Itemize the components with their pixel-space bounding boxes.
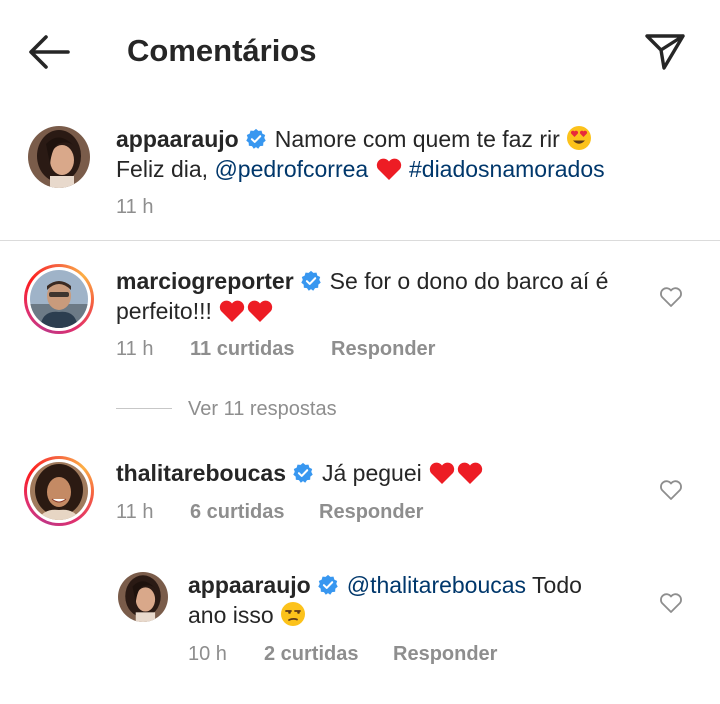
like-button[interactable]	[659, 479, 683, 501]
avatar	[30, 270, 88, 328]
caption-username[interactable]: appaaraujo	[116, 126, 239, 152]
reply-meta: 10 h 2 curtidas Responder	[188, 642, 588, 666]
verified-badge-icon	[318, 574, 338, 595]
page-title: Comentários	[127, 33, 317, 68]
reply-button[interactable]: Responder	[331, 337, 435, 361]
paper-plane-icon	[645, 34, 685, 70]
arrow-left-icon	[29, 35, 70, 69]
story-ring[interactable]	[24, 456, 94, 526]
caption-time: 11 h	[116, 196, 154, 218]
red-heart-emoji-icon	[376, 158, 401, 180]
comment-time: 11 h	[116, 338, 154, 360]
avatar[interactable]	[28, 126, 90, 188]
comment-line2: perfeito!!!	[116, 298, 212, 324]
reply-mention-link[interactable]: @thalitareboucas	[347, 572, 526, 598]
verified-badge-icon	[300, 270, 321, 291]
comment-line1: Já peguei	[322, 460, 422, 486]
red-heart-emoji-icon	[429, 462, 455, 484]
heart-outline-icon	[660, 287, 682, 307]
heart-eyes-emoji-icon	[567, 126, 592, 150]
comment-time: 11 h	[116, 501, 154, 523]
like-button[interactable]	[659, 286, 683, 308]
reply-button[interactable]: Responder	[393, 642, 497, 666]
reply-button[interactable]: Responder	[319, 500, 423, 524]
avatar	[30, 462, 88, 520]
verified-badge-icon	[293, 462, 313, 483]
reply-line1: Todo	[532, 572, 582, 598]
view-replies-label: Ver 11 respostas	[188, 398, 337, 420]
caption-line1: Namore com quem te faz rir	[274, 126, 560, 152]
divider	[0, 240, 720, 241]
red-heart-emoji-icon	[220, 300, 245, 322]
red-heart-emoji-icon	[248, 300, 273, 322]
back-button[interactable]	[26, 30, 72, 74]
comment-likes[interactable]: 11 curtidas	[190, 337, 295, 361]
avatar[interactable]	[118, 572, 168, 622]
comment-text: thalitareboucas Já peguei	[116, 458, 656, 488]
comment-likes[interactable]: 6 curtidas	[190, 500, 284, 524]
verified-badge-icon	[246, 128, 266, 149]
header-bar: Comentários	[0, 0, 720, 100]
comment-text: marciogreporter Se for o dono do barco aí…	[116, 266, 656, 326]
like-button[interactable]	[659, 592, 683, 614]
reply-text: appaaraujo @thalitareboucas Todo ano isso	[188, 570, 658, 630]
replies-line	[116, 408, 172, 409]
caption-line2: Feliz dia,	[116, 156, 209, 182]
comment-meta: 11 h 11 curtidas Responder	[116, 337, 516, 361]
comment-username[interactable]: thalitareboucas	[116, 460, 286, 486]
comment-username[interactable]: marciogreporter	[116, 268, 294, 294]
heart-outline-icon	[660, 480, 682, 500]
story-ring[interactable]	[24, 264, 94, 334]
caption-text: appaaraujo Namore com quem te faz rir Fel…	[116, 124, 696, 184]
reply-username[interactable]: appaaraujo	[188, 572, 311, 598]
mention-link[interactable]: @pedrofcorrea	[214, 156, 368, 182]
reply-time: 10 h	[188, 643, 227, 665]
heart-outline-icon	[660, 593, 682, 613]
reply-likes[interactable]: 2 curtidas	[264, 642, 358, 666]
comment-meta: 11 h 6 curtidas Responder	[116, 500, 516, 524]
comment-line1: Se for o dono do barco aí é	[329, 268, 609, 294]
caption-meta: 11 h	[116, 195, 316, 219]
red-heart-emoji-icon	[457, 462, 483, 484]
unamused-face-emoji-icon	[281, 602, 306, 626]
reply-line2: ano isso	[188, 602, 274, 628]
share-button[interactable]	[642, 28, 688, 74]
hashtag-link[interactable]: #diadosnamorados	[409, 156, 605, 182]
